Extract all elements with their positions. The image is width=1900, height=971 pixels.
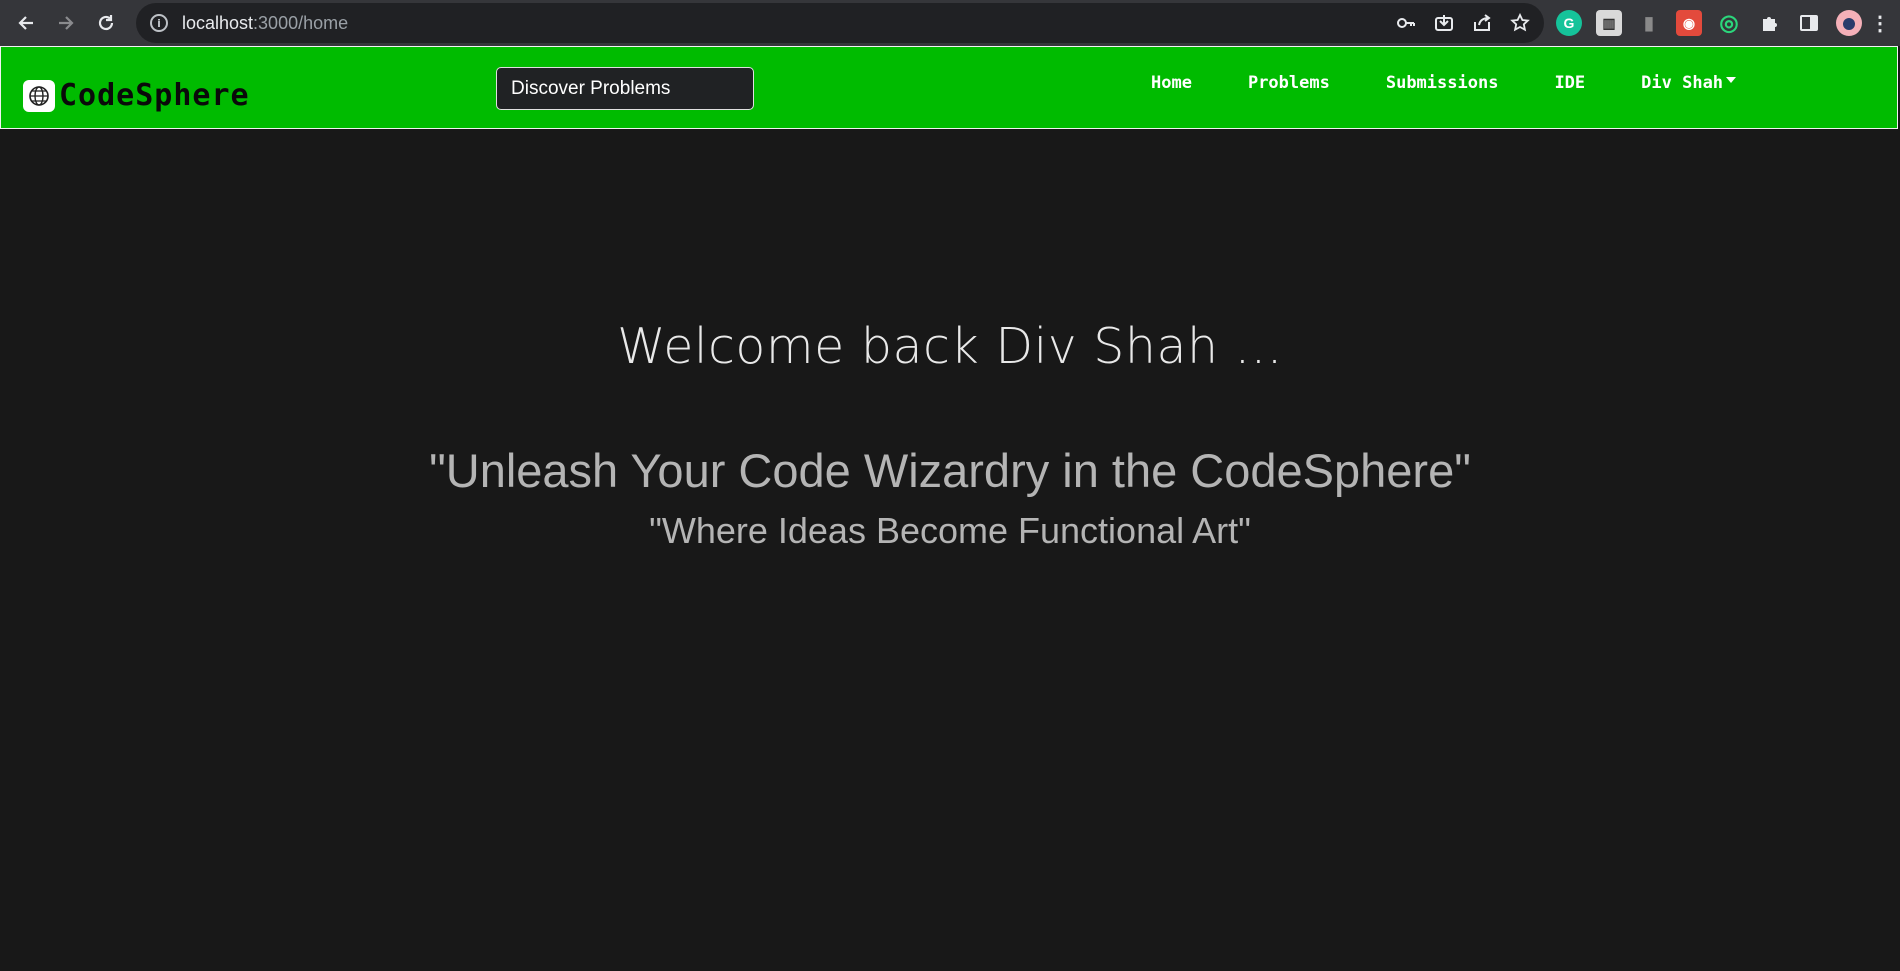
info-icon[interactable]: i xyxy=(150,14,168,32)
brand-logo[interactable]: CodeSphere xyxy=(23,78,250,113)
extensions-row: G ▥ ▮ ◉ ◎ ⋮ xyxy=(1556,0,1890,46)
url-host: localhost xyxy=(182,12,254,33)
omnibox-actions xyxy=(1396,3,1530,43)
forward-button[interactable] xyxy=(46,3,86,43)
user-name: Div Shah xyxy=(1641,73,1724,93)
tagline: "Unleash Your Code Wizardry in the CodeS… xyxy=(429,444,1471,497)
url-path: :3000/home xyxy=(253,12,349,33)
install-app-icon[interactable] xyxy=(1434,13,1454,33)
sub-tagline: "Where Ideas Become Functional Art" xyxy=(649,510,1251,551)
bottle-extension-icon[interactable]: ▮ xyxy=(1636,10,1662,36)
grammarly-extension-icon[interactable]: G xyxy=(1556,10,1582,36)
key-icon[interactable] xyxy=(1396,13,1416,33)
app-navbar: CodeSphere Discover Problems Home Proble… xyxy=(0,46,1898,129)
discover-problems-button[interactable]: Discover Problems xyxy=(496,67,754,110)
nav-problems-link[interactable]: Problems xyxy=(1248,73,1330,93)
globe-icon xyxy=(23,79,55,112)
arrow-left-icon xyxy=(18,16,33,30)
side-panel-icon[interactable] xyxy=(1796,10,1822,36)
puzzle-icon[interactable] xyxy=(1756,10,1782,36)
share-icon[interactable] xyxy=(1472,13,1492,33)
nav-submissions-link[interactable]: Submissions xyxy=(1386,73,1499,93)
back-button[interactable] xyxy=(6,3,46,43)
browser-toolbar: i localhost:3000/home G ▥ ▮ ◉ ◎ ⋮ xyxy=(0,0,1900,46)
star-icon[interactable] xyxy=(1510,13,1530,33)
nav-home-link[interactable]: Home xyxy=(1151,73,1192,93)
reload-button[interactable] xyxy=(86,3,126,43)
user-menu-dropdown[interactable]: Div Shah xyxy=(1641,73,1737,93)
brand-name: CodeSphere xyxy=(59,78,250,113)
arrow-right-icon xyxy=(59,16,74,30)
chevron-down-icon xyxy=(1726,77,1737,83)
url-text[interactable]: localhost:3000/home xyxy=(182,13,348,34)
welcome-heading: Welcome back Div Shah ... xyxy=(617,318,1283,375)
nav-links: Home Problems Submissions IDE Div Shah xyxy=(1151,73,1737,93)
target-extension-icon[interactable]: ◎ xyxy=(1716,10,1742,36)
nav-ide-link[interactable]: IDE xyxy=(1554,73,1585,93)
reload-icon xyxy=(98,15,114,31)
address-bar[interactable]: i localhost:3000/home xyxy=(136,3,1544,43)
avatar[interactable] xyxy=(1836,10,1862,36)
panda-extension-icon[interactable]: ◉ xyxy=(1676,10,1702,36)
kebab-menu-icon[interactable]: ⋮ xyxy=(1870,10,1890,36)
toolbar-extension-icon[interactable]: ▥ xyxy=(1596,10,1622,36)
